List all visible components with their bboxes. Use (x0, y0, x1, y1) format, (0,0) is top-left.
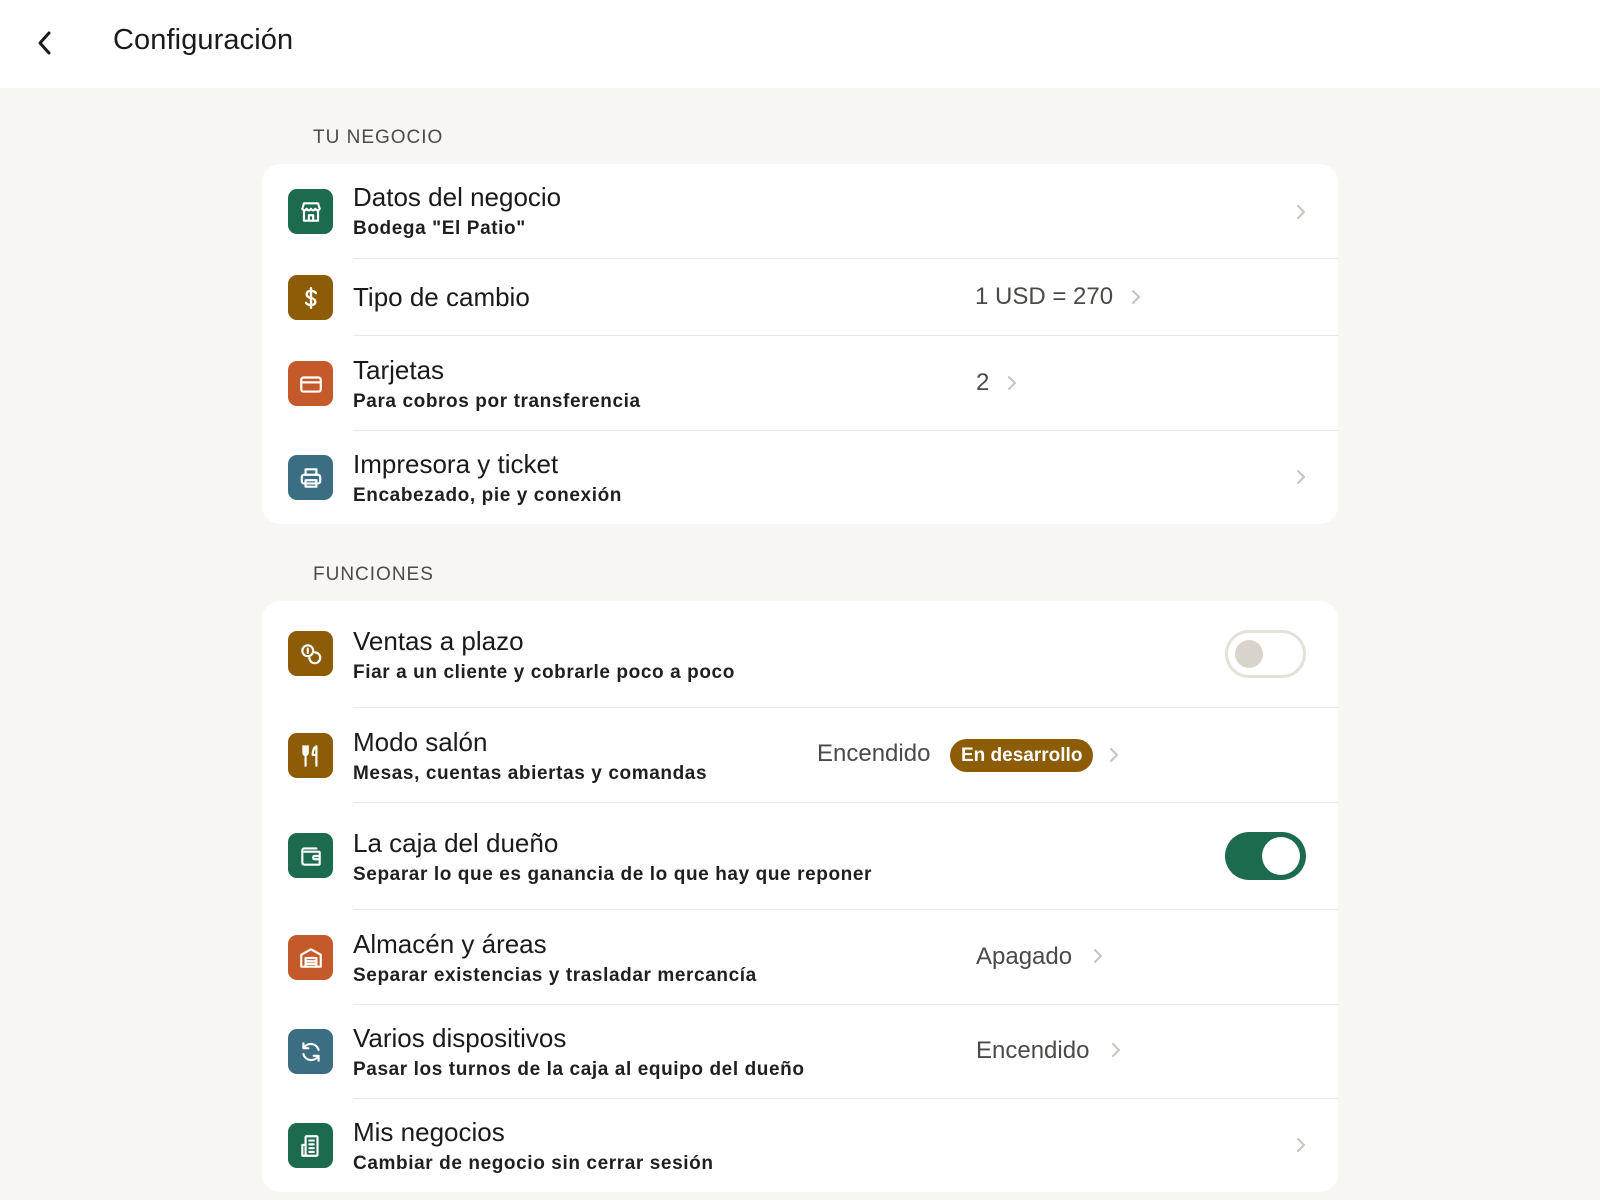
back-button[interactable] (28, 26, 62, 60)
toggle-knob (1262, 837, 1300, 875)
chevron-right-icon (1297, 205, 1305, 219)
setting-row-tipo-de-cambio[interactable]: Tipo de cambio 1 USD = 270 (262, 259, 1338, 336)
setting-row-tarjetas[interactable]: Tarjetas Para cobros por transferencia 2 (262, 336, 1338, 431)
row-subtitle: Encabezado, pie y conexión (353, 485, 623, 506)
row-title: Tarjetas (353, 355, 445, 385)
row-title: Varios dispositivos (353, 1023, 567, 1053)
card-tu-negocio: Datos del negocio Bodega "El Patio" Tipo… (262, 164, 1338, 524)
la-caja-del-dueno-toggle[interactable] (1225, 832, 1306, 880)
row-title: Mis negocios (353, 1117, 505, 1147)
chevron-right-icon (1110, 748, 1118, 762)
dollar-icon (288, 275, 333, 320)
chevron-right-icon (1094, 949, 1102, 963)
row-title: La caja del dueño (353, 828, 559, 858)
ventas-a-plazo-toggle[interactable] (1225, 630, 1306, 678)
building-icon (288, 1123, 333, 1168)
row-subtitle: Bodega "El Patio" (353, 218, 526, 239)
row-value: Encendido (976, 1037, 1090, 1064)
store-icon (288, 189, 333, 234)
row-subtitle: Cambiar de negocio sin cerrar sesión (353, 1153, 714, 1174)
row-title: Ventas a plazo (353, 626, 524, 656)
setting-row-almacen-y-areas[interactable]: Almacén y áreas Separar existencias y tr… (262, 910, 1338, 1005)
setting-row-ventas-a-plazo[interactable]: Ventas a plazo Fiar a un cliente y cobra… (262, 601, 1338, 708)
chevron-right-icon (1297, 1138, 1305, 1152)
row-subtitle: Para cobros por transferencia (353, 391, 641, 412)
chevron-right-icon (1112, 1043, 1120, 1057)
utensils-icon (288, 733, 333, 778)
status-badge: En desarrollo (950, 739, 1094, 772)
row-title: Modo salón (353, 727, 488, 757)
section-label-funciones: FUNCIONES (313, 564, 434, 585)
section-label-tu-negocio: TU NEGOCIO (313, 127, 444, 148)
chevron-right-icon (1297, 470, 1305, 484)
row-value: Apagado (976, 943, 1073, 970)
chevron-right-icon (1132, 290, 1140, 304)
setting-row-datos-del-negocio[interactable]: Datos del negocio Bodega "El Patio" (262, 164, 1338, 259)
top-bar: Configuración (0, 0, 1600, 88)
row-title: Tipo de cambio (353, 282, 530, 312)
row-value: Encendido (817, 740, 931, 767)
coins-icon (288, 631, 333, 676)
row-subtitle: Fiar a un cliente y cobrarle poco a poco (353, 662, 735, 683)
row-title: Impresora y ticket (353, 449, 559, 479)
row-title: Almacén y áreas (353, 929, 547, 959)
row-subtitle: Separar lo que es ganancia de lo que hay… (353, 864, 873, 885)
row-value: 2 (976, 369, 990, 396)
row-value: 1 USD = 270 (975, 283, 1114, 310)
printer-icon (288, 455, 333, 500)
setting-row-la-caja-del-dueno[interactable]: La caja del dueño Separar lo que es gana… (262, 803, 1338, 910)
row-title: Datos del negocio (353, 182, 562, 212)
sync-icon (288, 1029, 333, 1074)
setting-row-impresora-y-ticket[interactable]: Impresora y ticket Encabezado, pie y con… (262, 431, 1338, 524)
chevron-right-icon (1008, 376, 1016, 390)
setting-row-modo-salon[interactable]: Modo salón Mesas, cuentas abiertas y com… (262, 708, 1338, 803)
warehouse-icon (288, 935, 333, 980)
row-subtitle: Mesas, cuentas abiertas y comandas (353, 763, 708, 784)
card-funciones: Ventas a plazo Fiar a un cliente y cobra… (262, 601, 1338, 1192)
row-subtitle: Separar existencias y trasladar mercancí… (353, 965, 757, 986)
wallet-icon (288, 833, 333, 878)
toggle-knob (1235, 640, 1263, 668)
setting-row-mis-negocios[interactable]: Mis negocios Cambiar de negocio sin cerr… (262, 1099, 1338, 1192)
chevron-left-icon (38, 31, 51, 55)
page-title: Configuración (113, 24, 294, 56)
row-subtitle: Pasar los turnos de la caja al equipo de… (353, 1059, 805, 1080)
setting-row-varios-dispositivos[interactable]: Varios dispositivos Pasar los turnos de … (262, 1005, 1338, 1099)
card-icon (288, 361, 333, 406)
